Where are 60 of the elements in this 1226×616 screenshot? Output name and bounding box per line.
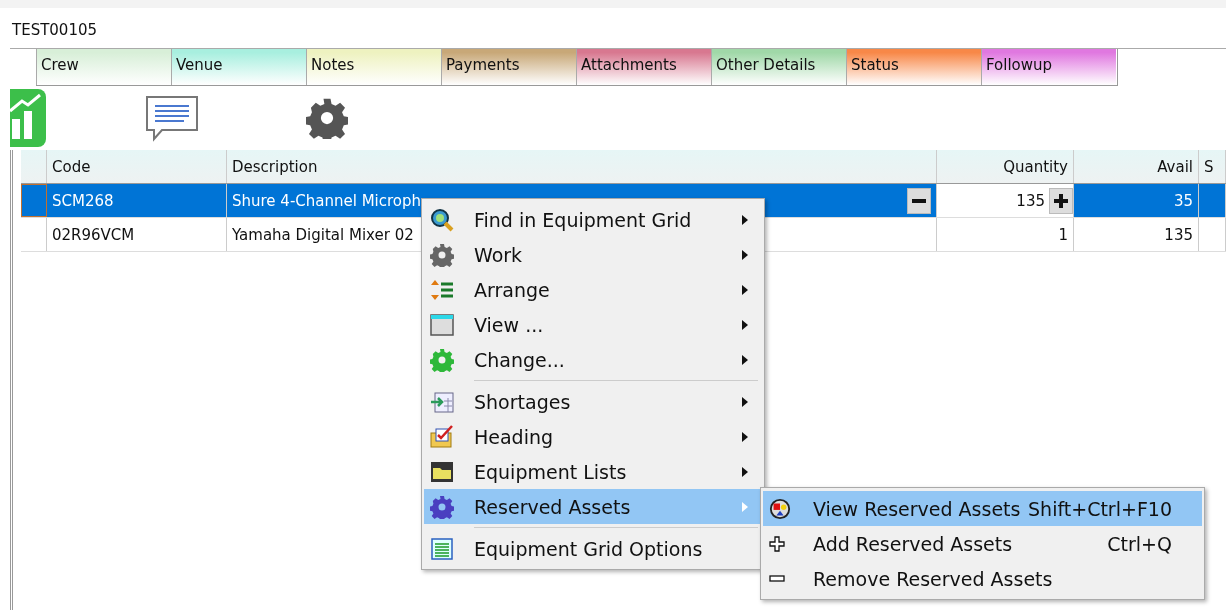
plus-icon: [769, 535, 785, 552]
column-header[interactable]: Quantity: [937, 150, 1074, 183]
gear-icon: [430, 242, 454, 267]
menu-item[interactable]: Remove Reserved Assets: [763, 561, 1202, 596]
gear-icon[interactable]: [306, 97, 348, 139]
submenu-arrow-icon: [742, 354, 748, 365]
decrement-button[interactable]: [907, 187, 931, 214]
table-cell: 02R96VCM: [52, 225, 135, 244]
message-icon[interactable]: [144, 94, 200, 142]
menu-item[interactable]: Work: [424, 237, 762, 272]
gear-icon: [430, 347, 454, 372]
search-icon: [430, 207, 454, 232]
tab[interactable]: Crew: [36, 49, 171, 85]
menu-item[interactable]: Reserved Assets: [424, 489, 762, 524]
submenu-arrow-icon: [742, 249, 748, 260]
table-cell: SCM268: [52, 191, 114, 210]
menu-item[interactable]: Equipment Lists: [424, 454, 762, 489]
minus-icon: [912, 198, 926, 203]
tab[interactable]: Status: [846, 49, 981, 85]
table-cell: Yamaha Digital Mixer 02: [232, 225, 414, 244]
submenu-arrow-icon: [742, 466, 748, 477]
plus-icon: [1053, 192, 1069, 209]
submenu-arrow-icon: [742, 284, 748, 295]
submenu-arrow-icon: [742, 396, 748, 407]
tab[interactable]: Other Details: [711, 49, 846, 85]
menu-item[interactable]: Change...: [424, 342, 762, 377]
submenu-arrow-icon: [742, 214, 748, 225]
tab[interactable]: Venue: [171, 49, 306, 85]
column-header[interactable]: Code: [47, 150, 227, 183]
menu-item[interactable]: View ...: [424, 307, 762, 342]
submenu-arrow-icon: [742, 431, 748, 442]
tab[interactable]: Payments: [441, 49, 576, 85]
menu-item[interactable]: Heading: [424, 419, 762, 454]
menu-item[interactable]: Shortages: [424, 384, 762, 419]
checkbox-icon: [430, 424, 454, 449]
menu-item[interactable]: Add Reserved Assets Ctrl+Q: [763, 526, 1202, 561]
submenu-arrow-icon: [742, 501, 748, 512]
people-icon: [769, 497, 791, 520]
increment-button[interactable]: [1049, 187, 1073, 214]
menu-item[interactable]: Equipment Grid Options: [424, 531, 762, 566]
folder-icon: [430, 459, 454, 484]
table-cell: 135: [1164, 225, 1193, 244]
tab[interactable]: Followup: [981, 49, 1116, 85]
table-cell: 1: [1058, 225, 1068, 244]
column-header[interactable]: Avail: [1074, 150, 1199, 183]
table-cell: 35: [1173, 191, 1193, 210]
tab[interactable]: Attachments: [576, 49, 711, 85]
column-header[interactable]: S: [1199, 150, 1226, 183]
minus-icon: [769, 574, 785, 583]
calendar-icon: [430, 389, 454, 414]
tab[interactable]: Notes: [306, 49, 441, 85]
list-icon: [430, 536, 454, 561]
gear-icon: [430, 494, 454, 519]
window-icon: [430, 312, 454, 337]
submenu-arrow-icon: [742, 319, 748, 330]
menu-item[interactable]: Arrange: [424, 272, 762, 307]
menu-item[interactable]: View Reserved Assets Shift+Ctrl+F10: [763, 491, 1202, 526]
table-cell: Shure 4-Channel Microph: [232, 191, 422, 210]
column-header[interactable]: Description: [227, 150, 937, 183]
menu-item[interactable]: Find in Equipment Grid: [424, 202, 762, 237]
